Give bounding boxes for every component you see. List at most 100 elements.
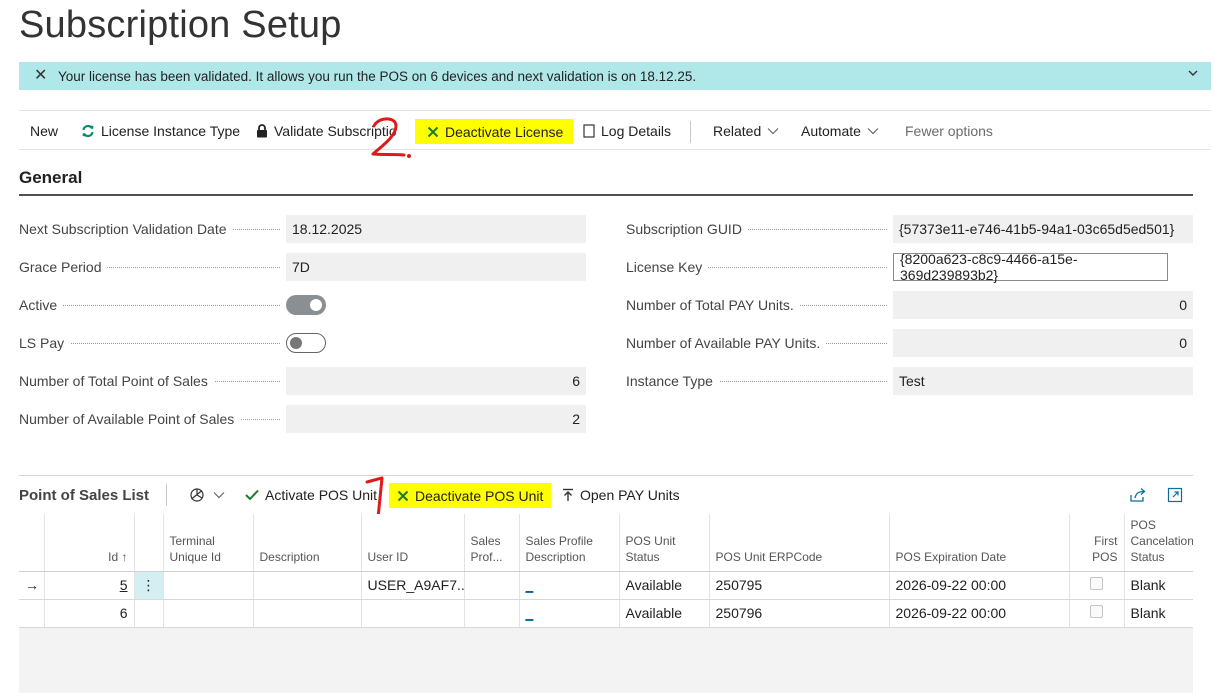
deactivate-pos-unit-label: Deactivate POS Unit: [415, 487, 544, 504]
section-divider: [19, 194, 1193, 196]
open-pay-units-button[interactable]: Open PAY Units: [562, 476, 680, 514]
cell-first-pos[interactable]: [1069, 599, 1125, 628]
field-label: License Key: [626, 259, 709, 275]
license-instance-type-button[interactable]: License Instance Type: [81, 111, 240, 150]
automate-menu[interactable]: Automate: [801, 111, 879, 150]
cell-pos-unit-status[interactable]: Available: [619, 599, 710, 628]
column-header-first-pos[interactable]: First POS: [1069, 514, 1125, 572]
related-label: Related: [713, 122, 762, 139]
close-icon[interactable]: ✕: [34, 68, 50, 84]
field-label: Grace Period: [19, 259, 108, 275]
available-pos-value: 2: [286, 405, 586, 433]
row-menu-button[interactable]: [134, 599, 164, 628]
cell-sales-profile-description[interactable]: _: [519, 571, 620, 600]
sales-profile-link[interactable]: _: [526, 577, 534, 593]
next-validation-date-value: 18.12.2025: [286, 215, 586, 243]
column-header-sales-prof[interactable]: Sales Prof...: [464, 514, 520, 572]
table-row[interactable]: → 5 ⋮ USER_A9AF7... _ Available 250795 2…: [19, 571, 1193, 600]
new-label: New: [30, 122, 59, 139]
cell-pos-expiration-date[interactable]: 2026-09-22 00:00: [889, 599, 1070, 628]
cell-user-id[interactable]: [361, 599, 465, 628]
cell-pos-cancelation-status[interactable]: Blank: [1124, 599, 1193, 628]
cell-terminal-unique-id[interactable]: [163, 599, 254, 628]
general-heading: General: [19, 168, 83, 187]
validate-subscription-button[interactable]: Validate Subscriptio: [256, 111, 397, 150]
page-title: Subscription Setup: [19, 4, 342, 46]
cell-sales-prof[interactable]: [464, 599, 520, 628]
cell-description[interactable]: [253, 571, 362, 600]
cell-id[interactable]: 5: [44, 571, 135, 600]
cell-id[interactable]: 6: [44, 599, 135, 628]
total-pos-value: 6: [286, 367, 586, 395]
field-label: Active: [19, 297, 64, 313]
log-details-button[interactable]: Log Details: [583, 111, 671, 150]
field-active: Active: [19, 291, 586, 319]
field-next-validation-date: Next Subscription Validation Date 18.12.…: [19, 215, 586, 243]
lock-icon: [256, 123, 268, 138]
field-label: Number of Available Point of Sales: [19, 411, 241, 427]
notification-bar: ✕ Your license has been validated. It al…: [19, 62, 1211, 90]
cell-sales-prof[interactable]: [464, 571, 520, 600]
active-toggle[interactable]: [286, 295, 326, 315]
first-pos-checkbox[interactable]: [1090, 605, 1103, 618]
chevron-down-icon: [767, 127, 779, 135]
document-icon: [583, 123, 595, 138]
cell-pos-expiration-date[interactable]: 2026-09-22 00:00: [889, 571, 1070, 600]
deactivate-license-label: Deactivate License: [445, 123, 564, 140]
chevron-down-icon[interactable]: [1187, 67, 1199, 82]
activate-pos-unit-label: Activate POS Unit: [265, 487, 378, 503]
column-header-pos-cancelation-status[interactable]: POS Cancelation Status: [1124, 514, 1193, 572]
row-menu-button[interactable]: ⋮: [134, 571, 164, 600]
cell-pos-unit-erpcode[interactable]: 250795: [709, 571, 890, 600]
fewer-options-label: Fewer options: [905, 122, 993, 139]
analysis-view-button[interactable]: [189, 476, 225, 514]
pos-list-title: Point of Sales List: [19, 486, 150, 504]
field-label: Next Subscription Validation Date: [19, 221, 233, 237]
field-license-key: License Key {8200a623-c8c9-4466-a15e-369…: [626, 251, 1193, 283]
column-header-pos-expiration-date[interactable]: POS Expiration Date: [889, 514, 1070, 572]
row-selected-marker: [19, 599, 45, 628]
license-key-input[interactable]: {8200a623-c8c9-4466-a15e-369d239893b2}: [893, 251, 1168, 283]
expand-icon[interactable]: [1167, 476, 1183, 514]
column-header-description[interactable]: Description: [253, 514, 362, 572]
grid-header-row: Id ↑ Terminal Unique Id Description User…: [19, 514, 1193, 572]
column-header-sales-profile-description[interactable]: Sales Profile Description: [519, 514, 620, 572]
ls-pay-toggle[interactable]: [286, 333, 326, 353]
cell-pos-unit-status[interactable]: Available: [619, 571, 710, 600]
deactivate-pos-unit-button[interactable]: Deactivate POS Unit: [389, 483, 552, 508]
new-button[interactable]: New: [30, 111, 58, 150]
analysis-icon: [189, 488, 207, 502]
cell-terminal-unique-id[interactable]: [163, 571, 254, 600]
table-row[interactable]: 6 _ Available 250796 2026-09-22 00:00 Bl…: [19, 599, 1193, 628]
column-header-id[interactable]: Id ↑: [44, 514, 135, 572]
id-link[interactable]: 5: [120, 577, 128, 593]
cell-first-pos[interactable]: [1069, 571, 1125, 600]
chevron-down-icon: [213, 491, 225, 499]
column-header-terminal-unique-id[interactable]: Terminal Unique Id: [163, 514, 254, 572]
share-icon[interactable]: [1129, 476, 1147, 514]
column-header-pos-unit-status[interactable]: POS Unit Status: [619, 514, 710, 572]
cell-pos-cancelation-status[interactable]: Blank: [1124, 571, 1193, 600]
toolbar-divider: [690, 121, 691, 143]
column-header-user-id[interactable]: User ID: [361, 514, 465, 572]
related-menu[interactable]: Related: [713, 111, 779, 150]
column-header-pos-unit-erpcode[interactable]: POS Unit ERPCode: [709, 514, 890, 572]
notification-text: Your license has been validated. It allo…: [58, 68, 697, 84]
upload-icon: [562, 488, 574, 502]
cell-sales-profile-description[interactable]: _: [519, 599, 620, 628]
first-pos-checkbox[interactable]: [1090, 577, 1103, 590]
deactivate-license-button[interactable]: Deactivate License: [415, 119, 574, 144]
checkmark-icon: [245, 489, 259, 501]
fewer-options-button[interactable]: Fewer options: [905, 111, 993, 150]
x-icon: [427, 126, 439, 138]
action-toolbar: New License Instance Type Validate Subsc…: [19, 110, 1211, 150]
field-label: Number of Total Point of Sales: [19, 373, 214, 389]
validate-subscription-label: Validate Subscriptio: [274, 122, 397, 139]
automate-label: Automate: [801, 122, 861, 139]
cell-user-id[interactable]: USER_A9AF7...: [361, 571, 465, 600]
cell-description[interactable]: [253, 599, 362, 628]
instance-type-value: Test: [893, 367, 1193, 395]
sales-profile-link[interactable]: _: [526, 605, 534, 621]
cell-pos-unit-erpcode[interactable]: 250796: [709, 599, 890, 628]
activate-pos-unit-button[interactable]: Activate POS Unit: [245, 476, 377, 514]
